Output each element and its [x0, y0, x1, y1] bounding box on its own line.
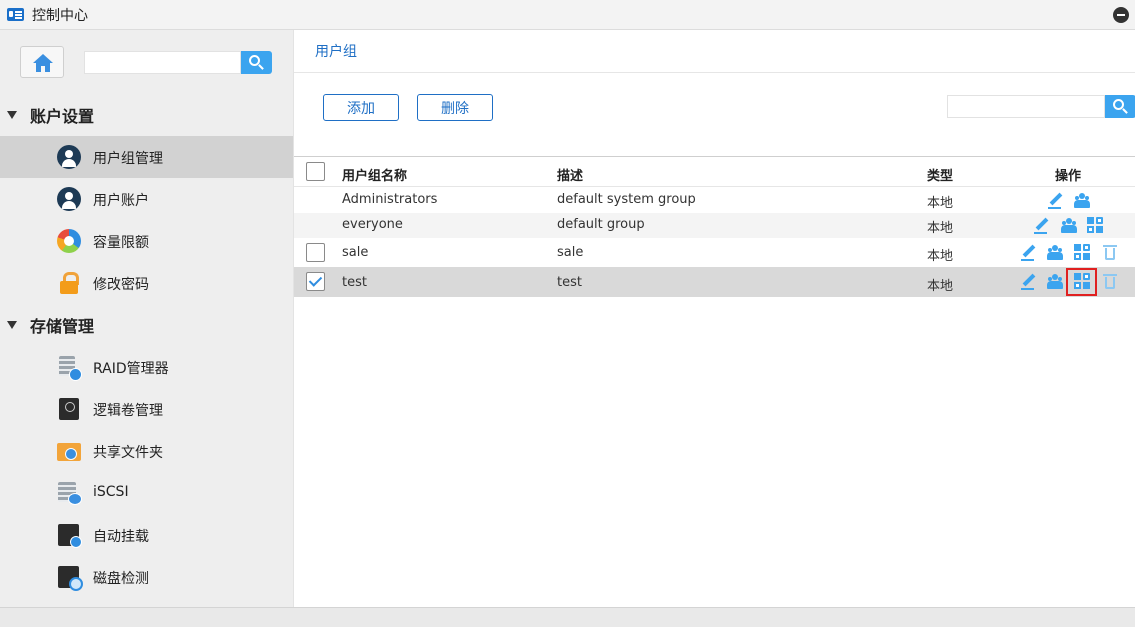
section-storage-management[interactable]: 存储管理	[0, 310, 293, 340]
sidebar-item-logical-volume[interactable]: 逻辑卷管理	[0, 388, 293, 430]
sidebar-item-label: 逻辑卷管理	[93, 403, 163, 419]
delete-button[interactable]: 删除	[417, 94, 493, 121]
breadcrumb: 用户组	[315, 44, 357, 60]
title-bar: 控制中心	[0, 0, 1135, 30]
column-header-type[interactable]: 类型	[927, 165, 953, 184]
shared-folder-icon	[57, 439, 81, 463]
members-icon[interactable]	[1046, 244, 1064, 262]
sidebar-item-user-account[interactable]: 用户账户	[0, 178, 293, 220]
status-bar	[0, 607, 1135, 627]
members-icon[interactable]	[1073, 192, 1091, 210]
minimize-button[interactable]	[1113, 7, 1129, 23]
group-name: Administrators	[342, 192, 438, 207]
edit-icon[interactable]	[1020, 273, 1038, 291]
group-name: everyone	[342, 217, 403, 232]
sidebar-item-shared-folder[interactable]: 共享文件夹	[0, 430, 293, 472]
window-title: 控制中心	[32, 7, 88, 24]
table-row[interactable]: Administrators default system group 本地	[294, 188, 1135, 213]
sidebar-item-label: RAID管理器	[93, 361, 169, 377]
edit-icon[interactable]	[1033, 217, 1051, 235]
permissions-grid-icon[interactable]	[1086, 216, 1104, 234]
row-checkbox[interactable]	[306, 243, 325, 262]
sidebar-search-input[interactable]	[84, 51, 241, 74]
column-header-name[interactable]: 用户组名称	[342, 165, 407, 184]
section-account-settings[interactable]: 账户设置	[0, 100, 293, 130]
sidebar-item-label: 磁盘检测	[93, 571, 149, 587]
sidebar-item-user-group-management[interactable]: 用户组管理	[0, 136, 293, 178]
sidebar-item-auto-mount[interactable]: 自动挂载	[0, 514, 293, 556]
sidebar-item-change-password[interactable]: 修改密码	[0, 262, 293, 304]
table-search-button[interactable]	[1105, 95, 1135, 118]
add-button[interactable]: 添加	[323, 94, 399, 121]
divider	[294, 72, 1135, 73]
table-header: 用户组名称 描述 类型 操作	[294, 157, 1135, 187]
home-icon	[33, 54, 53, 72]
sidebar-item-label: 容量限额	[93, 235, 149, 251]
column-header-actions: 操作	[1055, 169, 1082, 184]
section-label: 存储管理	[30, 317, 95, 336]
sidebar-item-disk-check[interactable]: 磁盘检测	[0, 556, 293, 598]
group-description: default system group	[557, 192, 696, 207]
sidebar-item-label: 修改密码	[93, 277, 149, 293]
row-checkbox[interactable]	[306, 272, 325, 291]
table-search-input[interactable]	[947, 95, 1105, 118]
sidebar-search-button[interactable]	[241, 51, 272, 74]
group-description: default group	[557, 217, 645, 232]
raid-icon	[57, 355, 82, 381]
members-icon[interactable]	[1060, 217, 1078, 235]
section-label: 账户设置	[30, 107, 95, 126]
sidebar-item-raid-manager[interactable]: RAID管理器	[0, 346, 293, 388]
collapse-triangle-icon	[7, 321, 17, 329]
group-type: 本地	[927, 249, 954, 264]
auto-mount-icon	[57, 523, 82, 548]
main-panel: 用户组 添加 删除 用户组名称 描述 类型 操作 Administrators …	[293, 30, 1135, 607]
search-icon	[249, 55, 260, 66]
edit-icon[interactable]	[1020, 244, 1038, 262]
table-row[interactable]: sale sale 本地	[294, 238, 1135, 267]
group-type: 本地	[927, 279, 954, 294]
members-icon[interactable]	[1046, 273, 1064, 291]
group-description: test	[557, 275, 582, 290]
group-description: sale	[557, 245, 584, 260]
table-row[interactable]: everyone default group 本地	[294, 213, 1135, 238]
sidebar-item-iscsi[interactable]: iSCSI	[0, 472, 293, 514]
user-account-icon	[57, 187, 81, 211]
sidebar-item-label: 自动挂载	[93, 529, 149, 545]
quota-pie-icon	[57, 229, 81, 253]
column-header-description[interactable]: 描述	[557, 165, 583, 184]
group-name: sale	[342, 245, 369, 260]
logical-volume-icon	[57, 397, 81, 421]
edit-icon[interactable]	[1047, 192, 1065, 210]
sidebar-item-label: iSCSI	[93, 484, 129, 500]
iscsi-icon	[57, 481, 82, 505]
sidebar-item-quota[interactable]: 容量限额	[0, 220, 293, 262]
select-all-checkbox[interactable]	[306, 162, 325, 181]
home-button[interactable]	[20, 46, 64, 78]
permissions-grid-icon[interactable]	[1073, 243, 1091, 261]
disk-check-icon	[57, 565, 83, 591]
table-row[interactable]: test test 本地	[294, 267, 1135, 297]
user-group-icon	[57, 145, 81, 169]
control-center-icon	[7, 8, 24, 21]
lock-icon	[57, 271, 81, 295]
search-icon	[1113, 99, 1124, 110]
collapse-triangle-icon	[7, 111, 17, 119]
trash-icon[interactable]	[1101, 243, 1119, 261]
sidebar-item-label: 共享文件夹	[93, 445, 163, 461]
sidebar: 账户设置 用户组管理 用户账户 容量限额 修改密码 存储管理 RAID管理器 逻…	[0, 30, 293, 607]
group-name: test	[342, 275, 367, 290]
sidebar-item-label: 用户组管理	[93, 151, 163, 167]
group-type: 本地	[927, 221, 954, 236]
trash-icon[interactable]	[1101, 272, 1119, 290]
permissions-grid-icon[interactable]	[1073, 272, 1091, 290]
group-type: 本地	[927, 196, 954, 211]
sidebar-item-label: 用户账户	[93, 193, 149, 209]
